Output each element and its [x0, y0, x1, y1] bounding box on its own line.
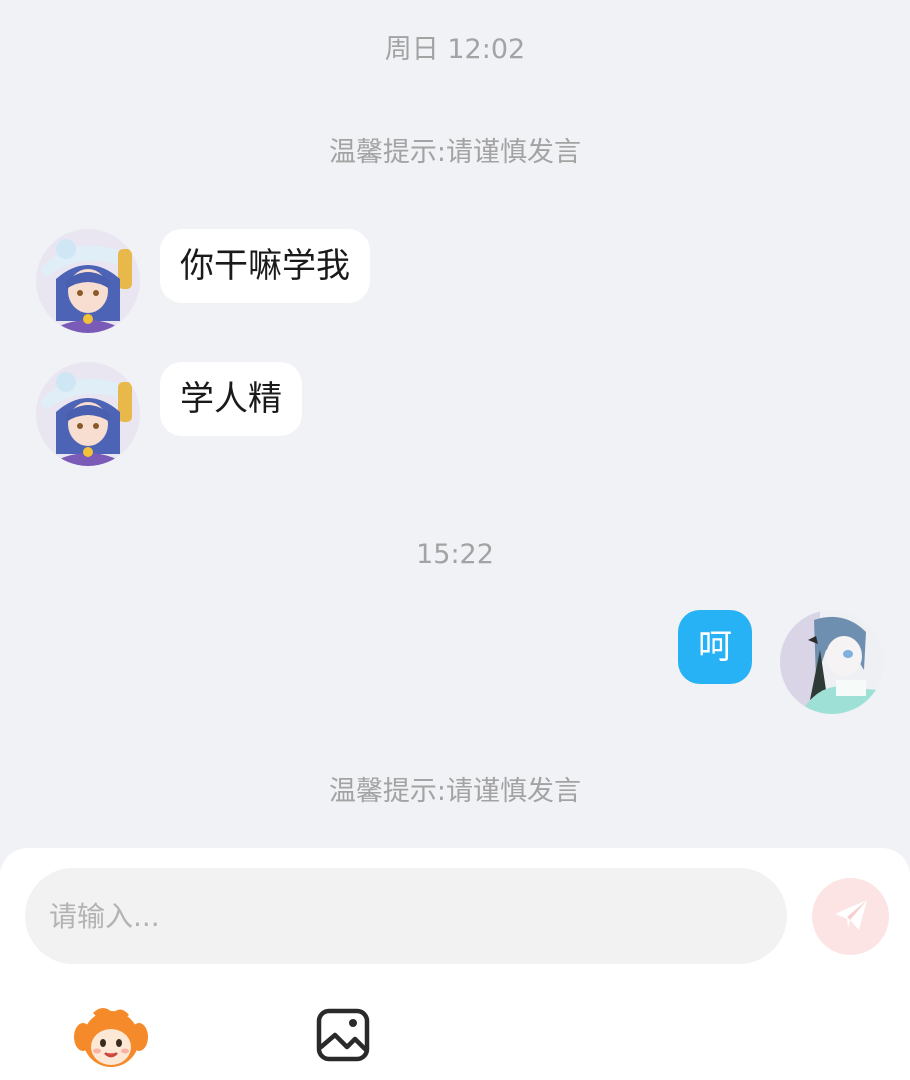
emoji-mascot-icon	[73, 1005, 149, 1075]
send-button[interactable]	[812, 878, 889, 955]
emoji-button[interactable]	[72, 1006, 150, 1074]
user-avatar[interactable]	[780, 610, 884, 714]
system-notice: 温馨提示:请谨慎发言	[328, 776, 582, 807]
timestamp: 周日 12:02	[384, 34, 526, 65]
image-icon	[315, 1007, 371, 1067]
message-bubble[interactable]: 你干嘛学我	[160, 229, 370, 303]
image-button[interactable]	[312, 1006, 374, 1068]
paper-plane-icon	[831, 895, 871, 939]
message-bubble-self[interactable]: 呵	[678, 610, 752, 684]
chat-page: 周日 12:02 温馨提示:请谨慎发言 你干嘛学我 学人精 15:22 呵 温馨…	[0, 0, 910, 1080]
system-notice: 温馨提示:请谨慎发言	[328, 137, 582, 168]
contact-avatar[interactable]	[36, 362, 140, 466]
timestamp: 15:22	[416, 539, 494, 570]
message-bubble[interactable]: 学人精	[160, 362, 302, 436]
message-input[interactable]	[25, 868, 787, 964]
composer-panel	[0, 848, 910, 1080]
message-list[interactable]: 周日 12:02 温馨提示:请谨慎发言 你干嘛学我 学人精 15:22 呵 温馨…	[0, 0, 910, 848]
contact-avatar[interactable]	[36, 229, 140, 333]
